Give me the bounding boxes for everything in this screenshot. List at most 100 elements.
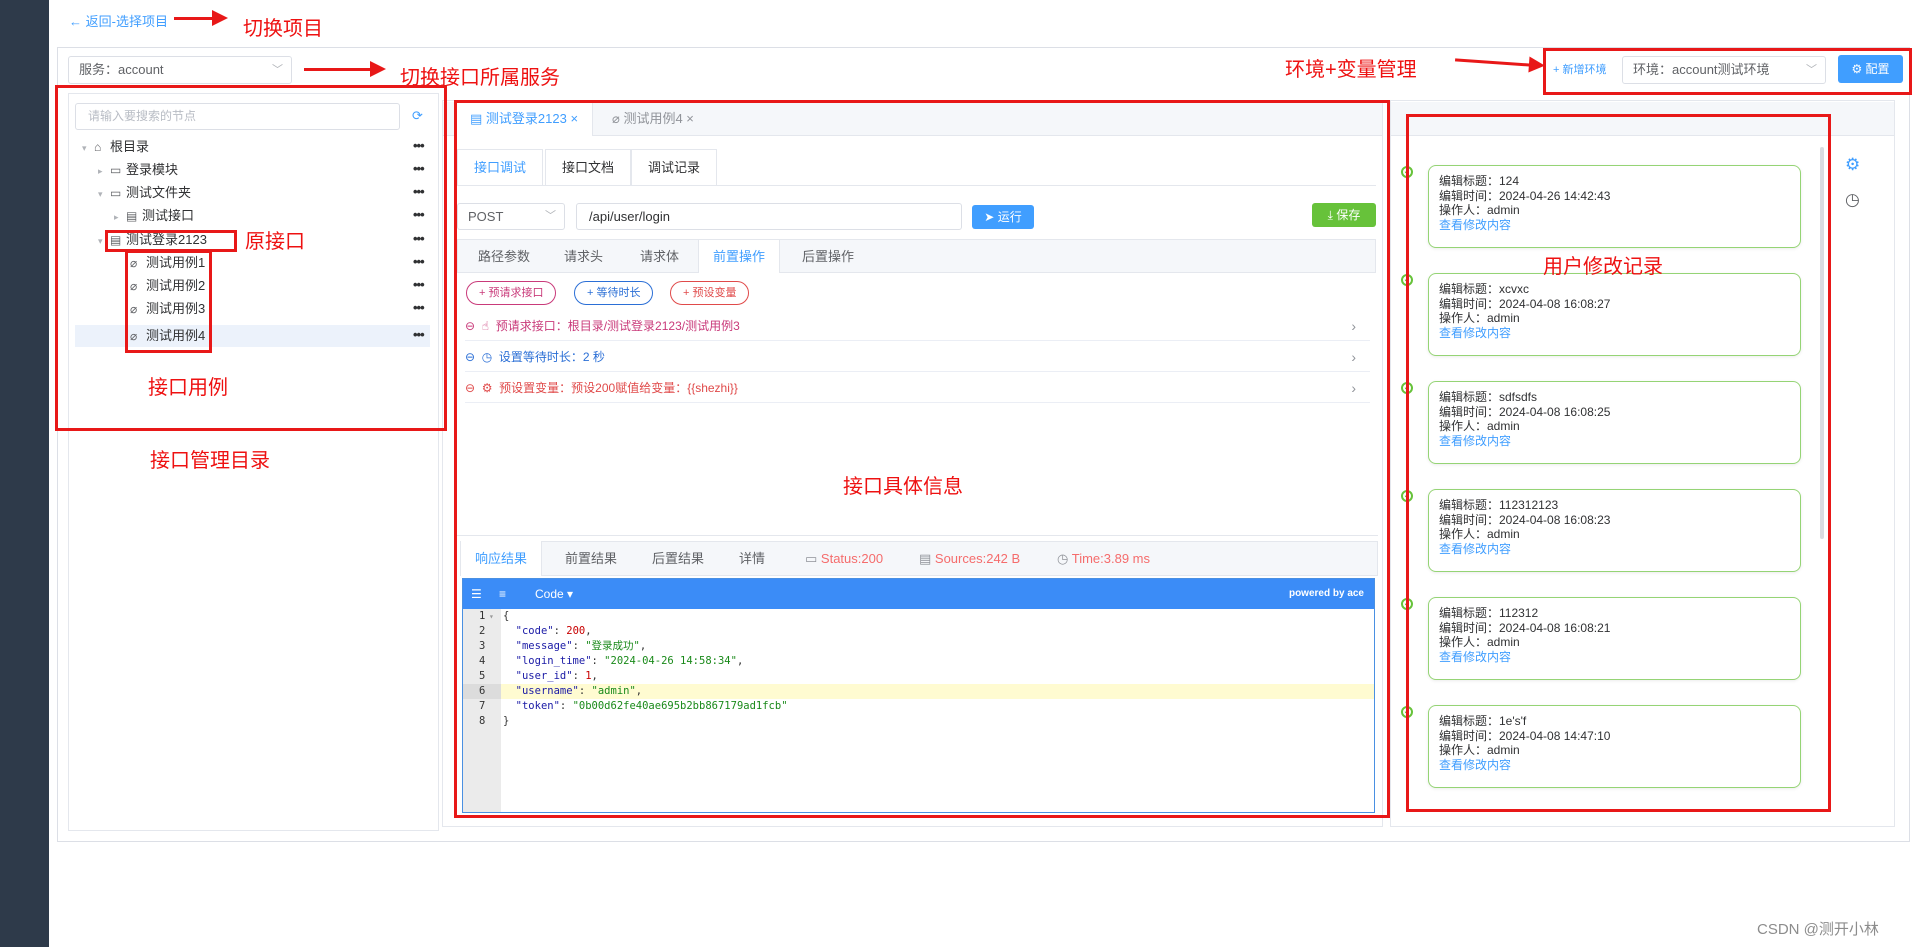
file-tab-case-4[interactable]: ⌀ 测试用例4 × — [598, 102, 708, 136]
hand-icon: ☝ — [481, 319, 490, 333]
tree-search-input[interactable]: 请输入要搜索的节点 — [75, 103, 400, 130]
sources-stat: ▤ Sources:242 B — [915, 541, 1024, 576]
format-icon[interactable]: ☰ — [471, 579, 482, 609]
clock-icon: ◷ — [481, 350, 493, 364]
more-actions-icon[interactable]: ••• — [413, 277, 425, 292]
tree-node-case-1[interactable]: ⌀ 测试用例1 — [130, 252, 205, 274]
remove-icon[interactable]: ⊖ — [465, 381, 475, 395]
tab-post-result[interactable]: 后置结果 — [638, 541, 718, 576]
document-icon: ▤ — [470, 111, 486, 126]
paperclip-icon: ⌀ — [130, 256, 138, 270]
more-actions-icon[interactable]: ••• — [413, 231, 425, 246]
env-config-button[interactable]: ⚙ 配置 — [1838, 55, 1903, 83]
editor-mode-select[interactable]: Code ▾ — [535, 579, 573, 609]
send-icon: ➤ — [984, 210, 998, 224]
pre-op-text: 预请求接口：根目录/测试登录2123/测试用例3 — [495, 319, 740, 333]
file-tab-login-api[interactable]: ▤ 测试登录2123 × — [455, 102, 594, 136]
tab-debug-history[interactable]: 调试记录 — [631, 149, 718, 185]
save-button-label: 保存 — [1336, 208, 1361, 222]
tree-node-label: 测试用例1 — [146, 255, 206, 270]
chevron-right-icon: › — [1351, 349, 1356, 365]
add-variable-button[interactable]: + 预设变量 — [670, 281, 750, 305]
env-select[interactable]: 环境：account测试环境 ﹀ — [1622, 56, 1826, 84]
history-title: 编辑标题：124 — [1439, 174, 1520, 188]
tree-node-test-folder[interactable]: ▾ ▭ 测试文件夹 — [98, 182, 191, 204]
tab-pre-result[interactable]: 前置结果 — [551, 541, 631, 576]
view-changes-link[interactable]: 查看修改内容 — [1439, 326, 1790, 341]
history-time: 编辑时间：2024-04-26 14:42:43 — [1439, 188, 1611, 203]
view-changes-link[interactable]: 查看修改内容 — [1439, 650, 1790, 665]
tab-post-operations[interactable]: 后置操作 — [788, 240, 868, 273]
back-to-projects-link[interactable]: ← 返回-选择项目 — [69, 11, 168, 30]
tree-node-case-4[interactable]: ⌀ 测试用例4 — [130, 325, 205, 347]
service-select-value: 服务：account — [79, 62, 164, 77]
history-title: 编辑标题：sdfsdfs — [1439, 390, 1538, 404]
home-icon: ⌂ — [94, 140, 102, 154]
pill-label: 等待时长 — [596, 287, 641, 299]
time-value: Time:3.89 ms — [1071, 551, 1150, 566]
paperclip-icon: ⌀ — [130, 279, 138, 293]
add-pre-request-button[interactable]: + 预请求接口 — [466, 281, 557, 305]
timeline-check-icon: ✓ — [1401, 598, 1413, 610]
pre-op-request[interactable]: ⊖ ☝ 预请求接口：根目录/测试登录2123/测试用例3 › — [465, 311, 1370, 341]
tab-api-debug[interactable]: 接口调试 — [457, 149, 544, 185]
tab-response[interactable]: 响应结果 — [461, 541, 543, 576]
history-scrollbar[interactable] — [1820, 147, 1824, 539]
history-card: 编辑标题：xcvxc 编辑时间：2024-04-08 16:08:27 操作人：ad… — [1428, 273, 1801, 356]
method-select[interactable]: POST ﹀ — [457, 203, 565, 230]
clock-icon[interactable]: ◷ — [1845, 190, 1860, 210]
chevron-down-icon: ﹀ — [545, 210, 556, 222]
remove-icon[interactable]: ⊖ — [465, 350, 475, 364]
view-changes-link[interactable]: 查看修改内容 — [1439, 218, 1790, 233]
tree-node-label: 根目录 — [110, 139, 150, 154]
more-actions-icon[interactable]: ••• — [413, 254, 425, 269]
editor-toolbar: ☰ ≡ Code ▾ powered by ace — [463, 579, 1374, 609]
caret-right-icon: ▸ — [114, 212, 119, 222]
close-icon[interactable]: × — [567, 111, 578, 126]
tree-node-root[interactable]: ▾ ⌂ 根目录 — [82, 136, 149, 158]
tree-node-test-api[interactable]: ▸ ▤ 测试接口 — [114, 205, 194, 227]
tree-node-login-api[interactable]: ▾ ▤ 测试登录2123 — [98, 229, 207, 251]
add-env-button[interactable]: + 新增环境 — [1553, 61, 1606, 77]
add-wait-button[interactable]: + 等待时长 — [574, 281, 654, 305]
pre-op-variable[interactable]: ⊖ ⚙ 预设置变量：预设200赋值给变量：{{shezhi}} › — [465, 373, 1370, 403]
pill-label: 预设变量 — [692, 287, 737, 299]
tree-node-case-3[interactable]: ⌀ 测试用例3 — [130, 298, 205, 320]
tab-api-doc[interactable]: 接口文档 — [545, 149, 632, 185]
monitor-icon: ▭ — [805, 551, 821, 566]
tree-node-case-2[interactable]: ⌀ 测试用例2 — [130, 275, 205, 297]
tab-path-params[interactable]: 路径参数 — [464, 240, 544, 273]
tab-headers[interactable]: 请求头 — [550, 240, 617, 273]
response-editor[interactable]: ☰ ≡ Code ▾ powered by ace 12345678 ▾ { "… — [462, 578, 1375, 813]
tab-details[interactable]: 详情 — [725, 541, 779, 576]
more-actions-icon[interactable]: ••• — [413, 138, 425, 153]
gear-icon: ⚙ — [481, 381, 493, 395]
service-select[interactable]: 服务：account ﹀ — [68, 56, 292, 84]
close-icon[interactable]: × — [683, 111, 694, 126]
more-actions-icon[interactable]: ••• — [413, 184, 425, 199]
history-title: 编辑标题：112312 — [1439, 606, 1539, 620]
view-changes-link[interactable]: 查看修改内容 — [1439, 758, 1790, 773]
remove-icon[interactable]: ⊖ — [465, 319, 475, 333]
url-input[interactable]: /api/user/login — [576, 203, 962, 230]
more-actions-icon[interactable]: ••• — [413, 207, 425, 222]
fold-icon[interactable]: ▾ — [489, 609, 494, 624]
tab-pre-operations[interactable]: 前置操作 — [698, 240, 781, 273]
save-button[interactable]: ⤓ 保存 — [1312, 203, 1376, 227]
pre-op-text: 设置等待时长：2 秒 — [498, 350, 605, 364]
pre-op-text: 预设置变量：预设200赋值给变量：{{shezhi}} — [499, 381, 738, 395]
view-changes-link[interactable]: 查看修改内容 — [1439, 542, 1790, 557]
tree-node-login-module[interactable]: ▸ ▭ 登录模块 — [98, 159, 178, 181]
pre-op-wait[interactable]: ⊖ ◷ 设置等待时长：2 秒 › — [465, 342, 1370, 372]
settings-icon[interactable]: ⚙ — [1845, 155, 1860, 175]
run-button[interactable]: ➤ 运行 — [972, 205, 1034, 229]
more-actions-icon[interactable]: ••• — [413, 300, 425, 315]
refresh-icon[interactable]: ⟳ — [412, 109, 426, 123]
more-actions-icon[interactable]: ••• — [413, 161, 425, 176]
tab-body[interactable]: 请求体 — [626, 240, 693, 273]
divider — [457, 185, 1376, 186]
view-changes-link[interactable]: 查看修改内容 — [1439, 434, 1790, 449]
line-numbers: 12345678 — [479, 610, 486, 727]
more-actions-icon[interactable]: ••• — [413, 327, 425, 342]
compact-icon[interactable]: ≡ — [499, 579, 506, 609]
